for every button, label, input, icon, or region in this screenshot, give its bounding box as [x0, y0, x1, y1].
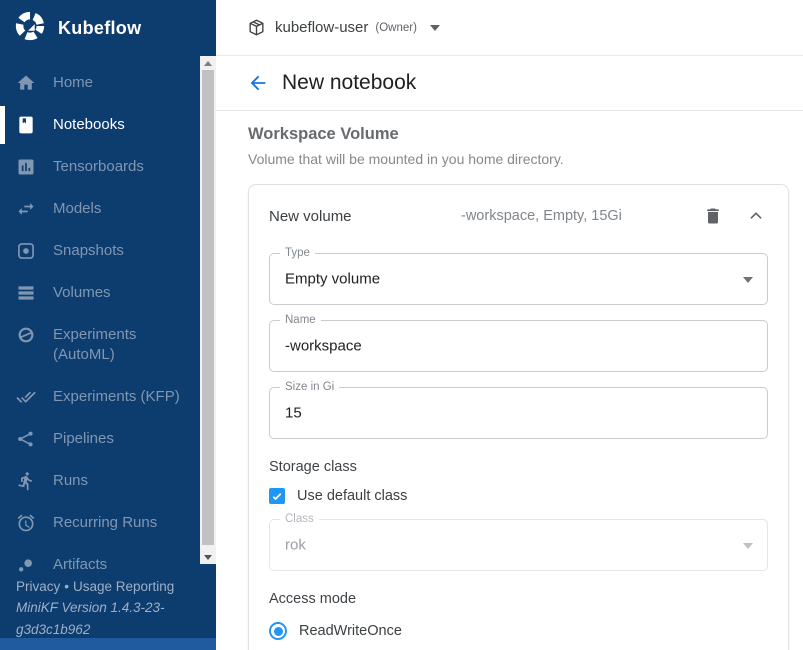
- type-value: Empty volume: [285, 271, 380, 288]
- sidebar-item-home[interactable]: Home: [0, 62, 200, 104]
- scrollbar-down-arrow-icon[interactable]: [200, 550, 216, 564]
- namespace-name: kubeflow-user: [275, 19, 368, 36]
- size-value: 15: [285, 405, 302, 422]
- page-header: New notebook: [216, 56, 803, 111]
- access-mode-radio-group: ReadWriteOnce ReadOnlyMany ReadWriteMany: [269, 617, 768, 650]
- sidebar-item-experiments-kfp[interactable]: Experiments (KFP): [0, 376, 200, 418]
- sidebar-item-snapshots[interactable]: Snapshots: [0, 230, 200, 272]
- recurring-runs-icon: [16, 513, 36, 533]
- volumes-icon: [16, 283, 36, 303]
- namespace-package-icon: [247, 18, 266, 37]
- sidebar-bottom-strip: [0, 638, 216, 650]
- type-caret-down-icon: [743, 277, 753, 283]
- sidebar: Kubeflow Home Notebooks Tensorboards: [0, 0, 216, 650]
- sidebar-item-label: Runs: [53, 471, 88, 491]
- scrollbar-up-arrow-icon[interactable]: [200, 56, 216, 70]
- home-icon: [16, 73, 36, 93]
- topbar: kubeflow-user (Owner): [216, 0, 803, 56]
- class-label: Class: [280, 513, 319, 526]
- back-button[interactable]: [247, 72, 269, 94]
- chevron-up-icon: [745, 205, 767, 227]
- sidebar-item-label: Experiments (AutoML): [53, 325, 190, 365]
- sidebar-item-label: Notebooks: [53, 115, 125, 135]
- radio-label: ReadWriteOnce: [299, 623, 402, 639]
- radio-readwriteonce[interactable]: ReadWriteOnce: [269, 617, 768, 645]
- sidebar-item-tensorboards[interactable]: Tensorboards: [0, 146, 200, 188]
- workspace-volume-section: Workspace Volume Volume that will be mou…: [216, 111, 803, 167]
- radio-button: [269, 622, 287, 640]
- kubeflow-app: Kubeflow Home Notebooks Tensorboards: [0, 0, 803, 650]
- volume-card-title: New volume: [269, 208, 461, 225]
- scrollbar-thumb[interactable]: [202, 70, 214, 545]
- page-title: New notebook: [282, 71, 416, 95]
- class-caret-down-icon: [743, 543, 753, 549]
- sidebar-scrollbar[interactable]: [200, 56, 216, 564]
- use-default-class-checkbox-row[interactable]: Use default class: [269, 488, 768, 504]
- volume-card-summary: -workspace, Empty, 15Gi: [461, 208, 701, 224]
- use-default-class-checkbox[interactable]: [269, 488, 285, 504]
- runs-icon: [16, 471, 36, 491]
- check-icon: [271, 490, 283, 503]
- name-value: -workspace: [285, 338, 362, 355]
- experiments-automl-icon: [16, 325, 36, 345]
- sidebar-item-label: Experiments (KFP): [53, 387, 180, 407]
- name-label: Name: [280, 314, 321, 327]
- sidebar-item-label: Pipelines: [53, 429, 114, 449]
- artifacts-icon: [16, 555, 36, 575]
- sidebar-item-label: Tensorboards: [53, 157, 144, 177]
- kubeflow-brand[interactable]: Kubeflow: [0, 0, 216, 56]
- sidebar-item-label: Home: [53, 73, 93, 93]
- collapse-volume-button[interactable]: [744, 204, 768, 228]
- namespace-role: (Owner): [375, 22, 417, 34]
- name-input[interactable]: Name -workspace: [269, 320, 768, 372]
- tensorboard-icon: [16, 157, 36, 177]
- sidebar-item-runs[interactable]: Runs: [0, 460, 200, 502]
- storage-class-label: Storage class: [269, 459, 768, 475]
- sidebar-footer: Privacy • Usage Reporting MiniKF Version 1…: [16, 576, 206, 641]
- sidebar-item-models[interactable]: Models: [0, 188, 200, 230]
- size-label: Size in Gi: [280, 381, 339, 394]
- privacy-link[interactable]: Privacy: [16, 579, 60, 594]
- brand-name: Kubeflow: [58, 18, 141, 39]
- sidebar-nav: Home Notebooks Tensorboards Models: [0, 62, 200, 586]
- sidebar-item-label: Models: [53, 199, 101, 219]
- radio-readonlymany[interactable]: ReadOnlyMany: [269, 645, 768, 650]
- size-input[interactable]: Size in Gi 15: [269, 387, 768, 439]
- sidebar-item-label: Snapshots: [53, 241, 124, 261]
- footer-separator: •: [64, 579, 69, 594]
- notebook-icon: [16, 115, 36, 135]
- sidebar-item-label: Recurring Runs: [53, 513, 157, 533]
- experiments-kfp-icon: [16, 387, 36, 407]
- sidebar-item-label: Volumes: [53, 283, 111, 303]
- models-icon: [16, 199, 36, 219]
- namespace-selector[interactable]: kubeflow-user (Owner): [247, 18, 440, 37]
- new-volume-card: New volume -workspace, Empty, 15Gi Type …: [248, 184, 789, 650]
- sidebar-item-notebooks[interactable]: Notebooks: [0, 104, 200, 146]
- sidebar-item-recurring-runs[interactable]: Recurring Runs: [0, 502, 200, 544]
- sidebar-item-volumes[interactable]: Volumes: [0, 272, 200, 314]
- pipelines-icon: [16, 429, 36, 449]
- sidebar-item-experiments-automl[interactable]: Experiments (AutoML): [0, 314, 200, 376]
- class-value: rok: [285, 537, 306, 554]
- access-mode-label: Access mode: [269, 591, 768, 607]
- snapshots-icon: [16, 241, 36, 261]
- type-label: Type: [280, 247, 315, 260]
- usage-reporting-link[interactable]: Usage Reporting: [73, 579, 174, 594]
- type-select[interactable]: Type Empty volume: [269, 253, 768, 305]
- trash-icon: [703, 206, 723, 226]
- class-select: Class rok: [269, 519, 768, 571]
- use-default-class-label: Use default class: [297, 488, 407, 504]
- namespace-caret-down-icon: [430, 25, 440, 31]
- version-line-1: MiniKF Version 1.4.3-23-: [16, 597, 206, 619]
- volume-form: Type Empty volume Name -workspace Size i…: [269, 253, 768, 650]
- main-content: kubeflow-user (Owner) New notebook Works…: [216, 0, 803, 650]
- minikf-version: MiniKF Version 1.4.3-23- g3d3c1b962: [16, 597, 206, 641]
- kubeflow-logo-icon: [13, 9, 47, 48]
- sidebar-item-label: Artifacts: [53, 555, 107, 575]
- sidebar-item-pipelines[interactable]: Pipelines: [0, 418, 200, 460]
- section-title: Workspace Volume: [248, 125, 771, 144]
- volume-card-header: New volume -workspace, Empty, 15Gi: [269, 204, 768, 228]
- section-subtitle: Volume that will be mounted in you home …: [248, 151, 771, 167]
- delete-volume-button[interactable]: [701, 204, 725, 228]
